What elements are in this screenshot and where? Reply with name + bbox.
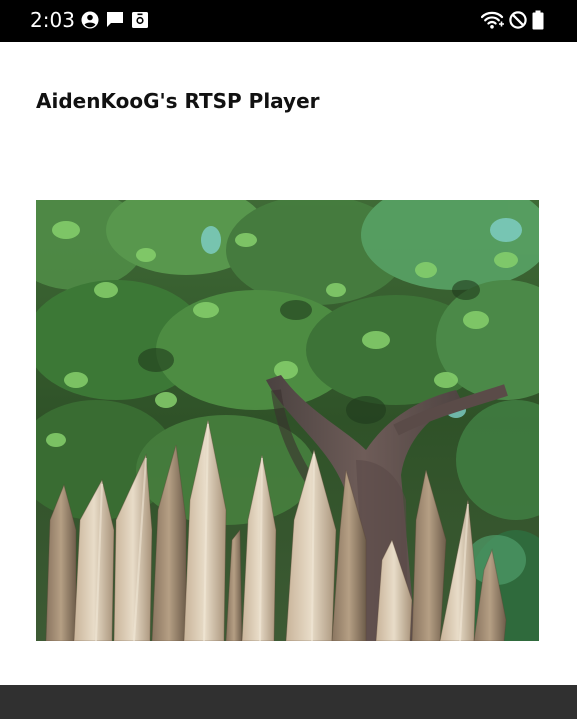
wifi-icon <box>481 11 504 29</box>
navigation-bar <box>0 685 577 719</box>
status-bar: 2:03 <box>0 0 577 42</box>
status-time: 2:03 <box>30 8 75 32</box>
chat-bubble-icon <box>107 12 123 27</box>
screen-record-icon <box>132 12 148 28</box>
video-player-surface[interactable] <box>36 200 539 641</box>
do-not-disturb-icon <box>509 11 527 29</box>
account-circle-icon <box>81 11 99 29</box>
video-frame <box>36 200 539 641</box>
app-screen: 2:03 AidenKooG's RTSP Player <box>0 0 577 719</box>
battery-icon <box>532 10 544 30</box>
app-title: AidenKooG's RTSP Player <box>36 89 320 113</box>
